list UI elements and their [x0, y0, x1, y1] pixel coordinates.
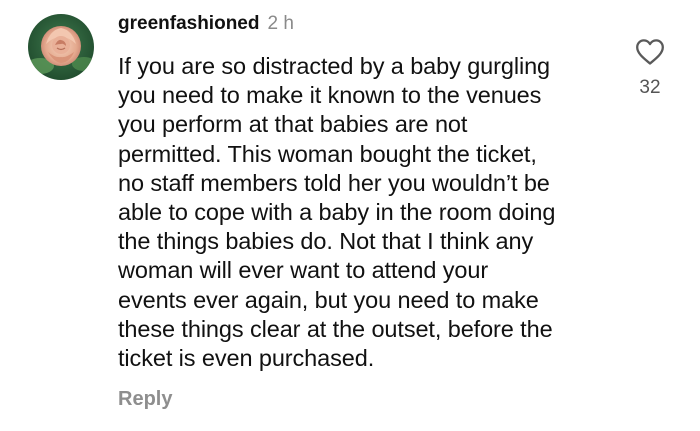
comment: greenfashioned 2 h If you are so distract…	[0, 0, 700, 431]
username[interactable]: greenfashioned	[118, 13, 259, 34]
comment-text-line: If you are so distracted by a baby gurgl…	[118, 53, 551, 79]
comment-text-line: able to cope with a baby in the room doi…	[118, 199, 556, 226]
like-control: 32	[627, 38, 673, 99]
comment-text-line: you perform at that babies are not	[118, 111, 468, 138]
avatar[interactable]	[28, 14, 94, 80]
comment-meta: greenfashioned 2 h	[118, 12, 294, 36]
comment-text-line: ticket is even purchased.	[118, 345, 375, 372]
rose-avatar-icon	[28, 14, 94, 80]
reply-button[interactable]: Reply	[118, 388, 172, 411]
comment-text-line: woman will ever want to attend your	[118, 257, 489, 284]
comment-text: If you are so distracted by a baby gurgl…	[118, 52, 618, 373]
comment-text-line: these things clear at the outset, before…	[118, 315, 553, 342]
comment-text-line: events ever again, but you need to make	[118, 286, 539, 313]
timestamp: 2 h	[267, 13, 294, 34]
heart-outline-icon[interactable]	[635, 38, 665, 66]
comment-text-line: no staff members told her you wouldn’t b…	[118, 169, 550, 196]
comment-text-line: the things babies do. Not that I think a…	[118, 228, 534, 255]
comment-text-line: permitted. This woman bought the ticket,	[118, 140, 537, 167]
like-count: 32	[639, 77, 661, 98]
comment-text-line: you need to make it known to the venues	[118, 82, 542, 109]
